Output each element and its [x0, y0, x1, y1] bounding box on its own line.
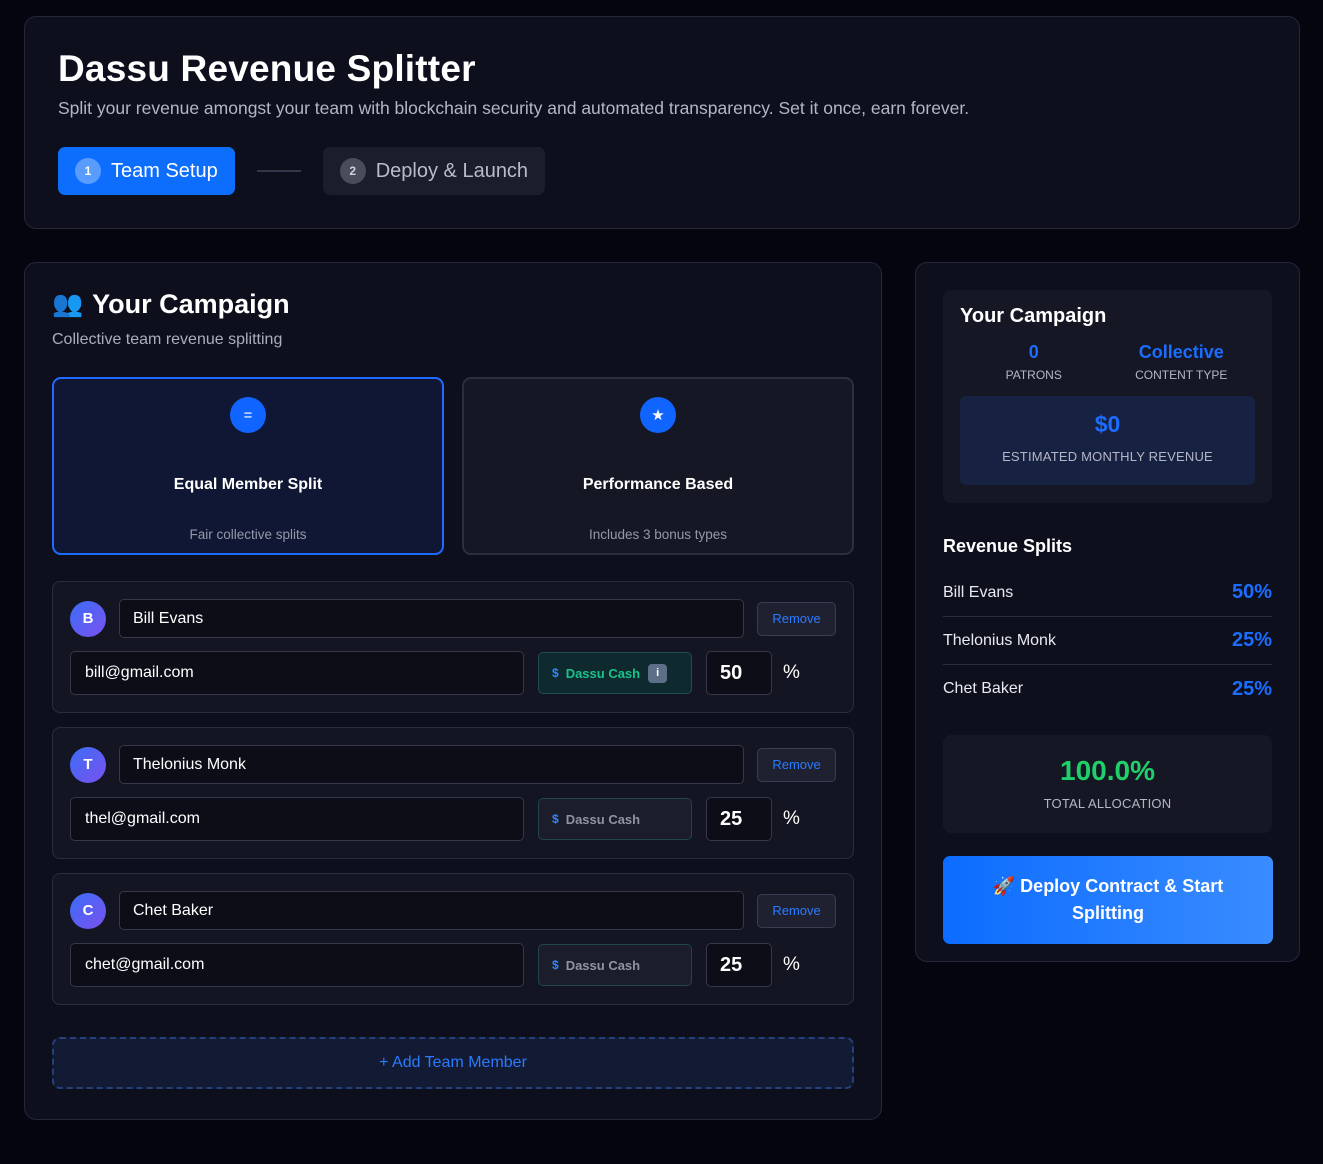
total-allocation-label: TOTAL ALLOCATION — [1043, 796, 1172, 811]
header-card: Dassu Revenue Splitter Split your revenu… — [24, 16, 1300, 229]
deploy-contract-button[interactable]: 🚀 Deploy Contract & Start Splitting — [943, 856, 1273, 944]
campaign-title-text: Your Campaign — [92, 289, 290, 319]
avatar: B — [70, 600, 106, 637]
app-subtitle: Split your revenue amongst your team wit… — [58, 98, 970, 118]
option-performance-based[interactable]: ★ Performance Based Includes 3 bonus typ… — [462, 377, 854, 555]
patrons-label: PATRONS — [1005, 368, 1062, 382]
dassu-cash-badge[interactable]: $ Dassu Cash — [538, 944, 692, 986]
option-equal-split[interactable]: = Equal Member Split Fair collective spl… — [52, 377, 444, 555]
split-row: Thelonius Monk 25% — [943, 617, 1272, 665]
dassu-cash-badge[interactable]: $ Dassu Cash i — [538, 652, 692, 694]
campaign-card: 👥 Your Campaign Collective team revenue … — [24, 262, 882, 1120]
dassu-cash-label: Dassu Cash — [565, 665, 641, 681]
patrons-value: 0 — [1028, 342, 1039, 362]
member-percentage-input[interactable] — [706, 943, 772, 987]
percent-sign: % — [783, 662, 800, 683]
campaign-subtitle: Collective team revenue splitting — [52, 331, 283, 348]
option-title: Performance Based — [582, 476, 734, 493]
member-percentage-input[interactable] — [706, 797, 772, 841]
percent-sign: % — [783, 808, 800, 829]
split-type-options: = Equal Member Split Fair collective spl… — [52, 377, 854, 555]
percent-sign: % — [783, 954, 800, 975]
summary-stats: 0 PATRONS Collective CONTENT TYPE — [960, 342, 1255, 382]
step-number-2: 2 — [339, 158, 366, 184]
step-label: Deploy & Launch — [375, 159, 529, 182]
member-percentage-input[interactable] — [706, 651, 772, 695]
stat-content-type: Collective CONTENT TYPE — [1108, 342, 1256, 382]
remove-member-button[interactable]: Remove — [757, 893, 836, 928]
summary-card: Your Campaign 0 PATRONS Collective CONTE… — [915, 262, 1300, 962]
info-icon[interactable]: i — [648, 663, 668, 683]
stat-patrons: 0 PATRONS — [960, 342, 1108, 382]
team-member-card: B Remove $ Dassu Cash i % — [52, 581, 854, 713]
dollar-icon: $ — [552, 666, 559, 680]
split-row: Bill Evans 50% — [943, 569, 1272, 617]
campaign-title: 👥 Your Campaign — [52, 289, 854, 320]
revenue-splits-list: Bill Evans 50% Thelonius Monk 25% Chet B… — [943, 569, 1272, 713]
split-row: Chet Baker 25% — [943, 665, 1272, 713]
content-type-label: CONTENT TYPE — [1135, 368, 1228, 382]
stepper: 1 Team Setup 2 Deploy & Launch — [58, 147, 1266, 195]
option-title: Equal Member Split — [173, 476, 323, 493]
step-number-1: 1 — [75, 158, 101, 184]
team-member-card: C Remove $ Dassu Cash % — [52, 873, 854, 1005]
step-label: Team Setup — [111, 159, 218, 182]
option-description: Fair collective splits — [189, 527, 307, 542]
remove-member-button[interactable]: Remove — [757, 601, 836, 636]
split-member-name: Bill Evans — [943, 583, 1014, 601]
split-member-name: Thelonius Monk — [943, 631, 1056, 649]
split-member-name: Chet Baker — [943, 680, 1024, 697]
member-email-input[interactable] — [70, 797, 524, 841]
dassu-cash-badge[interactable]: $ Dassu Cash — [538, 798, 692, 840]
total-allocation-value: 100.0% — [1060, 755, 1155, 786]
avatar: T — [70, 746, 106, 783]
campaign-summary-box: Your Campaign 0 PATRONS Collective CONTE… — [943, 290, 1272, 503]
dollar-icon: $ — [552, 958, 559, 972]
app-title: Dassu Revenue Splitter — [58, 48, 476, 89]
dassu-cash-label: Dassu Cash — [565, 957, 641, 973]
split-percentage: 50% — [1231, 581, 1272, 603]
estimated-revenue-label: ESTIMATED MONTHLY REVENUE — [1002, 449, 1213, 464]
avatar: C — [70, 892, 106, 929]
add-team-member-button[interactable]: + Add Team Member — [52, 1037, 854, 1089]
member-email-input[interactable] — [70, 651, 524, 695]
member-name-input[interactable] — [119, 891, 745, 930]
star-icon: ★ — [640, 397, 676, 433]
step-connector — [256, 170, 301, 172]
member-name-input[interactable] — [119, 599, 745, 638]
remove-member-button[interactable]: Remove — [757, 747, 836, 782]
estimated-revenue-box: $0 ESTIMATED MONTHLY REVENUE — [960, 396, 1255, 485]
estimated-revenue-value: $0 — [1094, 411, 1121, 437]
step-team-setup[interactable]: 1 Team Setup — [58, 147, 235, 195]
content-type-value: Collective — [1138, 342, 1224, 362]
dollar-icon: $ — [552, 812, 559, 826]
option-description: Includes 3 bonus types — [588, 527, 728, 542]
equals-icon: = — [230, 397, 266, 433]
team-member-card: T Remove $ Dassu Cash % — [52, 727, 854, 859]
revenue-splits-title: Revenue Splits — [943, 536, 1073, 556]
split-percentage: 25% — [1231, 629, 1272, 651]
summary-title: Your Campaign — [960, 305, 1107, 327]
split-percentage: 25% — [1231, 677, 1272, 700]
dassu-cash-label: Dassu Cash — [565, 811, 641, 827]
member-name-input[interactable] — [119, 745, 745, 784]
total-allocation-box: 100.0% TOTAL ALLOCATION — [943, 735, 1272, 833]
team-icon: 👥 — [52, 290, 84, 318]
member-email-input[interactable] — [70, 943, 524, 987]
step-deploy-launch[interactable]: 2 Deploy & Launch — [322, 147, 546, 195]
